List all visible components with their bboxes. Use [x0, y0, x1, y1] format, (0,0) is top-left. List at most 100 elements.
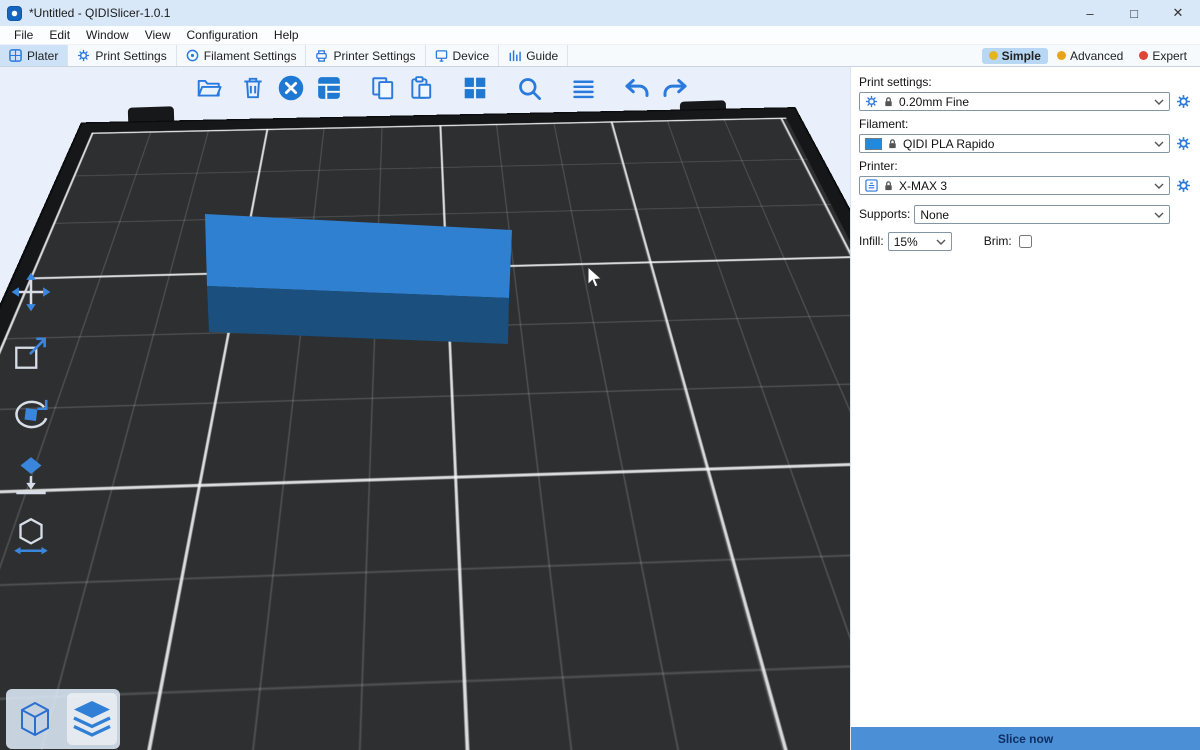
- open-file-button[interactable]: [194, 72, 224, 104]
- supports-value: None: [920, 208, 1149, 222]
- mode-label: Advanced: [1070, 49, 1123, 63]
- undo-button[interactable]: [622, 72, 652, 104]
- arrange-button[interactable]: [314, 72, 344, 104]
- place-on-face-button[interactable]: [8, 453, 54, 497]
- move-button[interactable]: [8, 270, 54, 314]
- filament-select[interactable]: QIDI PLA Rapido: [859, 134, 1170, 153]
- plater-toolbar: [194, 72, 690, 104]
- app-icon: [7, 6, 22, 21]
- tab-plater[interactable]: Plater: [0, 45, 68, 66]
- edit-print-settings-button[interactable]: [1174, 93, 1192, 111]
- gear-icon: [1176, 136, 1191, 151]
- mode-advanced[interactable]: Advanced: [1050, 48, 1130, 64]
- place-on-face-icon: [10, 454, 52, 496]
- supports-select[interactable]: None: [914, 205, 1170, 224]
- tab-label: Print Settings: [95, 49, 166, 63]
- menu-edit[interactable]: Edit: [41, 28, 78, 42]
- menu-window[interactable]: Window: [78, 28, 137, 42]
- printer-value: X-MAX 3: [899, 179, 1149, 193]
- print-settings-value: 0.20mm Fine: [899, 95, 1149, 109]
- gear-icon: [1176, 94, 1191, 109]
- window-controls: – □ ✕: [1068, 0, 1200, 26]
- filament-color-swatch: [865, 138, 882, 150]
- tab-filament-settings[interactable]: Filament Settings: [177, 45, 307, 66]
- window-title: *Untitled - QIDISlicer-1.0.1: [29, 6, 170, 20]
- settings-sidebar: Print settings: 0.20mm Fine Filament: QI…: [850, 67, 1200, 750]
- rotate-button[interactable]: [8, 392, 54, 436]
- maximize-button[interactable]: □: [1112, 0, 1156, 26]
- mode-simple[interactable]: Simple: [982, 48, 1048, 64]
- lock-icon: [883, 180, 894, 192]
- 3d-editor-view-button[interactable]: [10, 693, 60, 745]
- arrange-icon: [316, 75, 342, 101]
- mode-dot: [1139, 51, 1148, 60]
- brim-checkbox[interactable]: [1019, 235, 1032, 248]
- chevron-down-icon: [1154, 183, 1164, 189]
- tab-label: Guide: [526, 49, 558, 63]
- main-area: Print settings: 0.20mm Fine Filament: QI…: [0, 67, 1200, 750]
- printer-icon: [315, 49, 328, 62]
- paste-button[interactable]: [406, 72, 436, 104]
- view-toggle-panel: [6, 689, 120, 749]
- menu-file[interactable]: File: [6, 28, 41, 42]
- mode-label: Simple: [1002, 49, 1041, 63]
- menu-bar: File Edit Window View Configuration Help: [0, 26, 1200, 45]
- delete-all-button[interactable]: [276, 72, 306, 104]
- menu-configuration[interactable]: Configuration: [179, 28, 266, 42]
- delete-button[interactable]: [238, 72, 268, 104]
- split-instances-button[interactable]: [460, 72, 490, 104]
- split-button[interactable]: [8, 514, 54, 558]
- filament-value: QIDI PLA Rapido: [903, 137, 1149, 151]
- app-window: *Untitled - QIDISlicer-1.0.1 – □ ✕ File …: [0, 0, 1200, 750]
- mode-dot: [1057, 51, 1066, 60]
- tab-guide[interactable]: Guide: [499, 45, 568, 66]
- brim-label: Brim:: [984, 234, 1012, 248]
- printer-label: Printer:: [859, 159, 1192, 173]
- redo-button[interactable]: [660, 72, 690, 104]
- tab-label: Filament Settings: [204, 49, 297, 63]
- redo-icon: [660, 73, 690, 103]
- paste-icon: [408, 75, 434, 101]
- menu-help[interactable]: Help: [266, 28, 307, 42]
- copy-button[interactable]: [368, 72, 398, 104]
- scale-icon: [10, 332, 52, 374]
- tab-label: Plater: [27, 49, 58, 63]
- menu-view[interactable]: View: [137, 28, 179, 42]
- variable-layer-height-button[interactable]: [568, 72, 598, 104]
- preview-view-button[interactable]: [67, 693, 117, 745]
- edit-printer-button[interactable]: [1174, 177, 1192, 195]
- layers-icon: [570, 75, 597, 102]
- search-button[interactable]: [514, 72, 544, 104]
- minimize-button[interactable]: –: [1068, 0, 1112, 26]
- edit-filament-button[interactable]: [1174, 135, 1192, 153]
- print-settings-select[interactable]: 0.20mm Fine: [859, 92, 1170, 111]
- sidebar-spacer: [859, 255, 1192, 727]
- gear-icon: [865, 95, 878, 108]
- title-bar: *Untitled - QIDISlicer-1.0.1 – □ ✕: [0, 0, 1200, 26]
- trash-icon: [240, 75, 266, 101]
- mode-label: Expert: [1152, 49, 1187, 63]
- mode-expert[interactable]: Expert: [1132, 48, 1194, 64]
- lock-icon: [883, 96, 894, 108]
- close-button[interactable]: ✕: [1156, 0, 1200, 26]
- mode-dot: [989, 51, 998, 60]
- tab-printer-settings[interactable]: Printer Settings: [306, 45, 425, 66]
- 3d-viewport[interactable]: [0, 67, 850, 750]
- folder-open-icon: [196, 75, 222, 101]
- copy-icon: [370, 75, 396, 101]
- tab-device[interactable]: Device: [426, 45, 500, 66]
- layers-stack-icon: [70, 699, 114, 739]
- scale-button[interactable]: [8, 331, 54, 375]
- 3d-cube-icon: [15, 699, 55, 739]
- delete-all-icon: [277, 74, 305, 102]
- chevron-down-icon: [1154, 99, 1164, 105]
- supports-label: Supports:: [859, 207, 910, 221]
- slice-now-button[interactable]: Slice now: [851, 727, 1200, 750]
- plater-icon: [9, 49, 22, 62]
- infill-select[interactable]: 15%: [888, 232, 952, 251]
- tab-label: Printer Settings: [333, 49, 415, 63]
- filament-icon: [186, 49, 199, 62]
- printer-select[interactable]: X-MAX 3: [859, 176, 1170, 195]
- tab-print-settings[interactable]: Print Settings: [68, 45, 176, 66]
- guide-icon: [508, 49, 521, 62]
